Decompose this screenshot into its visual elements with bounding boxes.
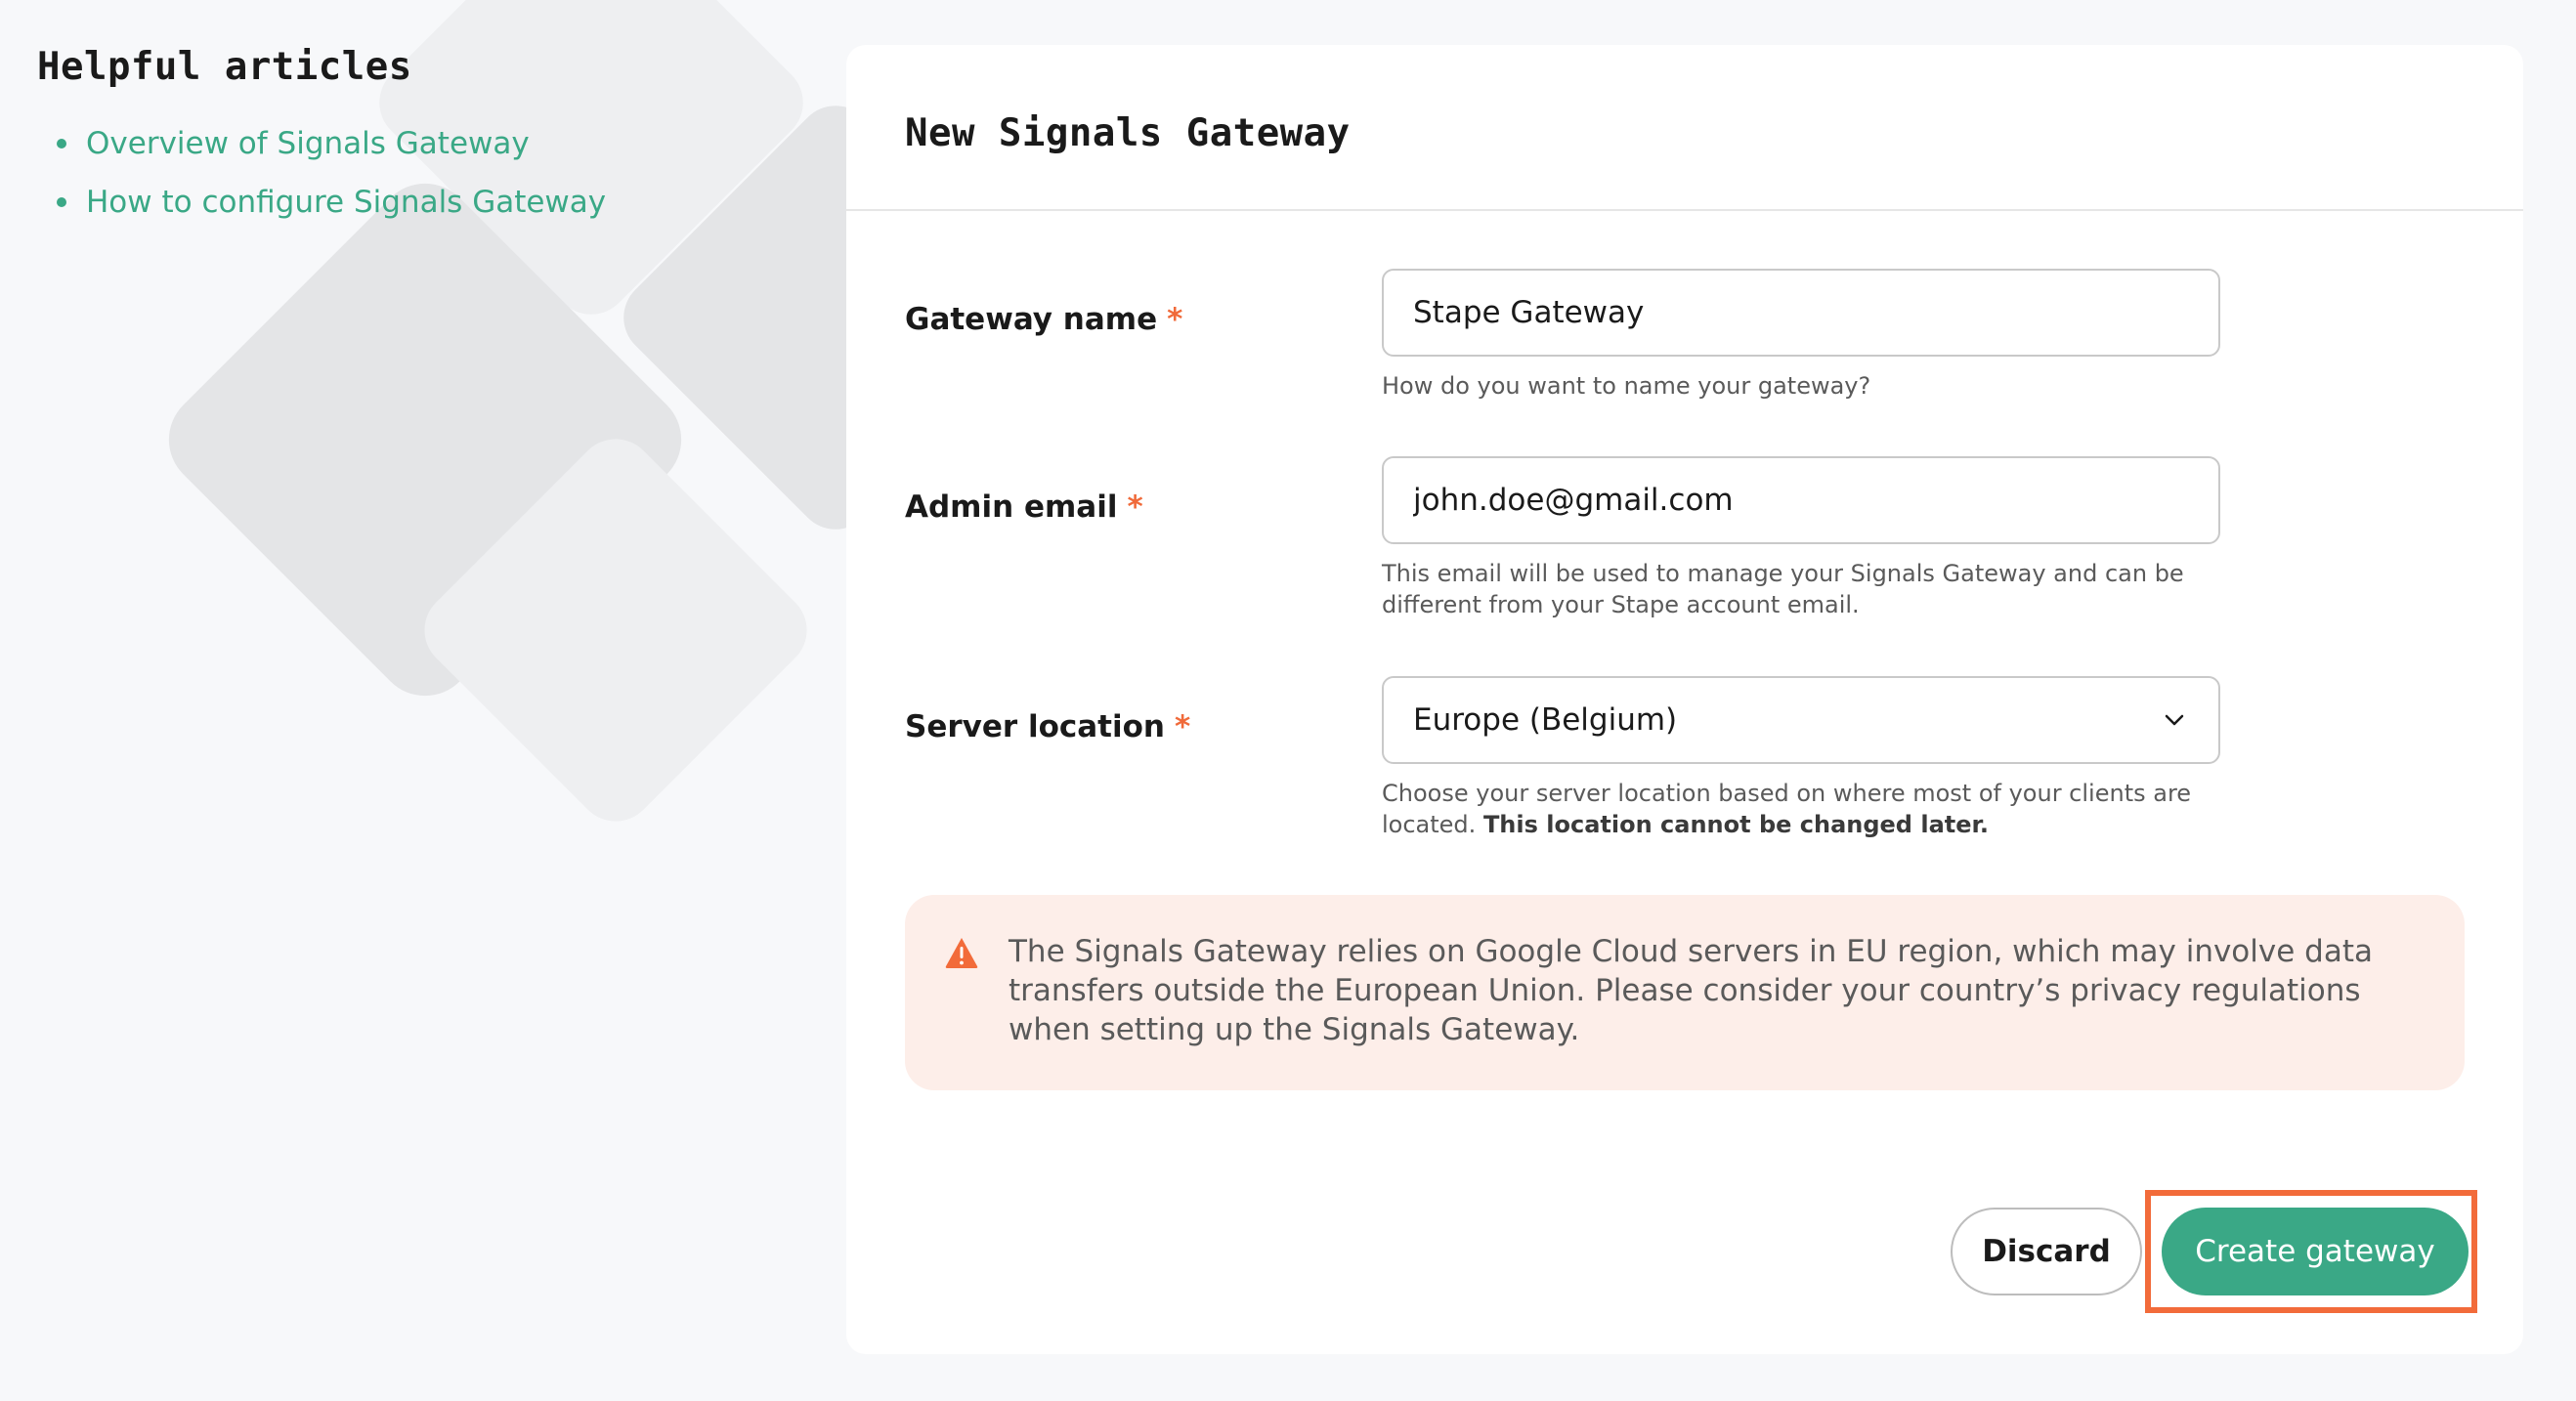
server-location-select[interactable]: Europe (Belgium) — [1382, 676, 2220, 764]
gateway-name-hint: How do you want to name your gateway? — [1382, 372, 1871, 400]
article-link-overview[interactable]: Overview of Signals Gateway — [86, 126, 530, 161]
required-marker: * — [1127, 489, 1143, 525]
chevron-down-icon — [2165, 714, 2184, 726]
list-item: Overview of Signals Gateway — [57, 114, 606, 173]
admin-email-input[interactable] — [1413, 483, 2189, 518]
privacy-warning-text: The Signals Gateway relies on Google Clo… — [1009, 934, 2373, 1047]
warning-triangle-icon — [945, 938, 978, 968]
helpful-articles-list: Overview of Signals Gateway How to confi… — [57, 114, 606, 232]
server-location-selected-value: Europe (Belgium) — [1413, 702, 1678, 738]
list-item: How to configure Signals Gateway — [57, 173, 606, 232]
bullet-icon — [57, 197, 66, 207]
create-gateway-button[interactable]: Create gateway — [2162, 1208, 2469, 1295]
helpful-articles-title: Helpful articles — [37, 45, 412, 89]
required-marker: * — [1167, 302, 1183, 337]
admin-email-hint: This email will be used to manage your S… — [1382, 560, 2184, 618]
server-location-field: Server location * Europe (Belgium) Choose… — [905, 676, 2469, 891]
required-marker: * — [1174, 709, 1191, 744]
privacy-warning-alert: The Signals Gateway relies on Google Clo… — [905, 895, 2465, 1090]
server-location-hint-warning: This location cannot be changed later. — [1482, 811, 1990, 838]
new-gateway-card: New Signals Gateway Gateway name* How do… — [846, 45, 2523, 1354]
gateway-name-input[interactable] — [1413, 295, 2189, 330]
admin-email-label: Admin email * — [905, 489, 1143, 525]
article-link-configure[interactable]: How to configure Signals Gateway — [86, 185, 606, 220]
admin-email-input-wrapper — [1382, 456, 2220, 544]
gateway-name-label: Gateway name * — [905, 302, 1183, 337]
server-location-label: Server location * — [905, 709, 1191, 744]
helpful-articles: Helpful articles Overview of Signals Gat… — [37, 45, 606, 232]
gateway-name-field: Gateway name* How do you want to name yo… — [905, 269, 2469, 454]
gateway-name-input-wrapper — [1382, 269, 2220, 357]
page-title: New Signals Gateway — [905, 110, 1351, 155]
bullet-icon — [57, 139, 66, 149]
server-location-hint: Choose your server location based on whe… — [1382, 780, 2192, 838]
page: Helpful articles Overview of Signals Gat… — [0, 0, 2576, 1401]
admin-email-field: Admin email* This email will be used to … — [905, 456, 2469, 671]
discard-button[interactable]: Discard — [1951, 1208, 2142, 1295]
card-header: New Signals Gateway — [846, 45, 2523, 211]
